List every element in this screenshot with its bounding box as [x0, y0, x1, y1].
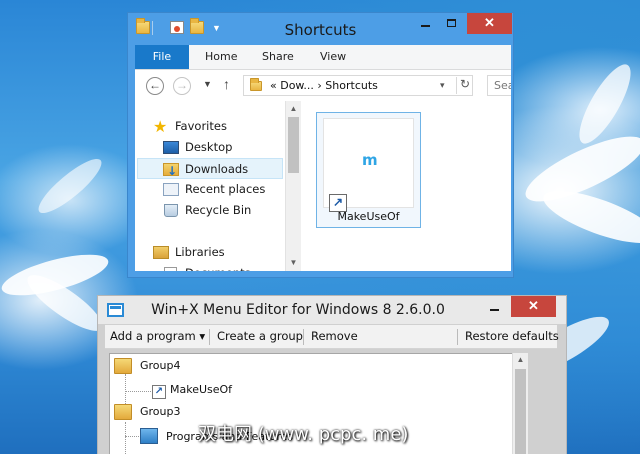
nav-item-label: Documents: [185, 263, 251, 271]
add-program-label: Add a program: [110, 329, 196, 343]
navigation-pane-scrollbar[interactable]: ▲ ▼: [285, 101, 301, 271]
nav-item-libraries[interactable]: Libraries: [137, 242, 283, 263]
tab-share[interactable]: Share: [262, 45, 294, 69]
refresh-button[interactable]: ↻: [456, 77, 473, 94]
file-name: MakeUseOf: [337, 210, 400, 223]
editor-titlebar[interactable]: Win+X Menu Editor for Windows 8 2.6.0.0 …: [98, 296, 566, 324]
nav-item-label: Desktop: [185, 140, 233, 154]
minimize-icon: [489, 309, 499, 311]
nav-item-downloads[interactable]: Downloads: [137, 158, 283, 182]
shortcut-arrow-icon: ↗: [152, 385, 166, 399]
minimize-button[interactable]: [481, 296, 507, 317]
file-thumbnail: m ↗: [323, 118, 414, 212]
editor-toolbar: Add a program ▾ Create a group Remove Re…: [105, 325, 559, 349]
toolbar-separator: [303, 329, 304, 345]
watermark-text: 双电网 (www. pcpc. me): [198, 424, 409, 445]
nav-item-desktop[interactable]: Desktop: [137, 137, 283, 158]
tree-group-label: Group4: [140, 359, 181, 372]
folder-icon: [114, 404, 132, 420]
documents-icon: [164, 267, 177, 271]
star-icon: ★: [153, 117, 168, 136]
nav-item-label: Recycle Bin: [185, 203, 252, 217]
scroll-down-arrow-icon[interactable]: ▼: [286, 258, 301, 267]
explorer-body: ★ Favorites Desktop Downloads Recent pla…: [135, 101, 511, 271]
close-icon: ✕: [484, 15, 495, 30]
recent-locations-dropdown-icon[interactable]: ▼: [203, 79, 212, 89]
toolbar-separator: [209, 329, 210, 345]
tree-item-label: MakeUseOf: [170, 383, 233, 396]
nav-item-documents[interactable]: Documents: [137, 263, 283, 271]
tab-view[interactable]: View: [320, 45, 346, 69]
tree-connector: [125, 391, 151, 392]
tree-connector: [125, 374, 126, 404]
folder-icon: [250, 78, 262, 91]
flower-petal: [537, 180, 640, 254]
nav-item-label: Favorites: [175, 119, 227, 133]
nav-item-favorites[interactable]: ★ Favorites: [137, 116, 283, 137]
restore-defaults-button[interactable]: Restore defaults: [465, 329, 559, 343]
remove-button[interactable]: Remove: [311, 329, 358, 343]
minimize-icon: [420, 25, 430, 27]
control-panel-icon: [140, 428, 158, 444]
tree-group-label: Group3: [140, 405, 181, 418]
makeuseof-logo-icon: m: [362, 151, 378, 169]
tab-home[interactable]: Home: [205, 45, 237, 69]
tree-connector: [125, 422, 126, 454]
window-title: Win+X Menu Editor for Windows 8 2.6.0.0: [151, 302, 445, 318]
back-button[interactable]: ←: [146, 77, 164, 95]
address-path[interactable]: « Dow... › Shortcuts: [270, 79, 378, 92]
libraries-icon: [153, 246, 169, 259]
address-bar[interactable]: « Dow... › Shortcuts ▾ ↻: [243, 75, 473, 96]
explorer-window: ▼ Shortcuts ✕ File Home Share View ← → ▼…: [127, 12, 514, 278]
explorer-titlebar[interactable]: ▼ Shortcuts ✕: [128, 13, 513, 45]
flower-petal: [32, 151, 108, 221]
close-button[interactable]: ✕: [467, 13, 512, 34]
maximize-icon: [447, 19, 456, 27]
search-input[interactable]: Sea: [487, 75, 511, 96]
toolbar-separator: [457, 329, 458, 345]
maximize-button[interactable]: [438, 13, 465, 34]
desktop-icon: [163, 141, 179, 154]
close-icon: ✕: [528, 298, 539, 313]
forward-button[interactable]: →: [173, 77, 191, 95]
nav-item-label: Recent places: [185, 182, 266, 196]
navigation-pane: ★ Favorites Desktop Downloads Recent pla…: [135, 101, 285, 271]
scroll-up-arrow-icon[interactable]: ▲: [513, 355, 528, 364]
minimize-button[interactable]: [412, 13, 438, 34]
recycle-bin-icon: [164, 204, 178, 217]
tab-file[interactable]: File: [135, 45, 189, 69]
chevron-down-icon: ▾: [199, 329, 206, 343]
search-placeholder: Sea: [494, 79, 511, 92]
create-group-button[interactable]: Create a group: [217, 329, 303, 343]
file-item[interactable]: m ↗ MakeUseOf: [316, 112, 421, 228]
address-history-dropdown-icon[interactable]: ▾: [440, 80, 445, 91]
folder-icon: [114, 358, 132, 374]
file-list-pane: m ↗ MakeUseOf: [307, 101, 511, 271]
downloads-icon: [163, 161, 179, 182]
ribbon-tabs: File Home Share View: [135, 45, 511, 70]
scrollbar-thumb[interactable]: [288, 117, 299, 173]
nav-item-recent-places[interactable]: Recent places: [137, 179, 283, 200]
back-arrow-icon: ←: [149, 78, 161, 92]
up-arrow-button[interactable]: ↑: [223, 76, 230, 92]
navigation-bar: ← → ▼ ↑ « Dow... › Shortcuts ▾ ↻ Sea: [135, 70, 511, 101]
recent-places-icon: [163, 183, 179, 196]
scroll-up-arrow-icon[interactable]: ▲: [286, 104, 301, 113]
add-program-button[interactable]: Add a program ▾: [110, 329, 205, 343]
nav-item-label: Downloads: [185, 162, 249, 176]
close-button[interactable]: ✕: [511, 296, 556, 317]
nav-item-recycle-bin[interactable]: Recycle Bin: [137, 200, 283, 221]
nav-item-label: Libraries: [175, 245, 225, 259]
menu-tree-scrollbar[interactable]: ▲: [512, 353, 528, 454]
scrollbar-thumb[interactable]: [515, 369, 526, 454]
forward-arrow-icon: →: [176, 78, 188, 92]
